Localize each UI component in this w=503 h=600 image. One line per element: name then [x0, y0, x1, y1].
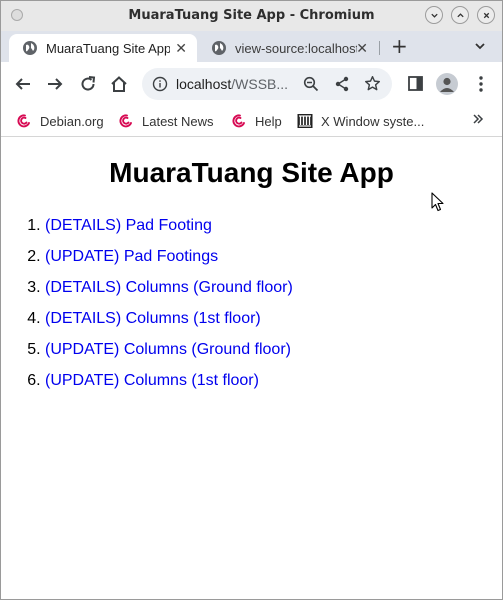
update-pad-footings-link[interactable]: (UPDATE) Pad Footings: [45, 248, 218, 265]
bookmark-latest-news[interactable]: Latest News: [118, 111, 214, 131]
chevron-down-icon: [430, 13, 438, 18]
bookmark-x-window-system[interactable]: X Window syste...: [297, 111, 424, 131]
details-pad-footing-link[interactable]: (DETAILS) Pad Footing: [45, 217, 212, 234]
close-tab-icon[interactable]: ✕: [175, 40, 187, 57]
debian-swirl-icon: [119, 114, 132, 128]
globe-icon: [23, 41, 37, 55]
minimize-button[interactable]: [425, 6, 443, 24]
toolbar: localhost/WSSB...: [1, 62, 502, 106]
tab-search-button[interactable]: [473, 38, 487, 57]
tab-strip: MuaraTuang Site App ✕ view-source:localh…: [1, 31, 502, 62]
bookmarks-overflow-button[interactable]: [472, 112, 484, 130]
profile-person-icon: [440, 77, 454, 92]
bookmarks-bar: Debian.org Latest News Help X Window sys…: [1, 106, 502, 137]
bookmark-label: Help: [255, 113, 282, 129]
bookmark-label: Latest News: [142, 113, 214, 129]
kebab-menu-icon[interactable]: [474, 75, 488, 93]
address-bar[interactable]: localhost/WSSB...: [142, 68, 392, 100]
url-text[interactable]: localhost/WSSB...: [176, 76, 288, 92]
chevron-up-icon: [456, 12, 464, 17]
bookmark-help[interactable]: Help: [231, 111, 282, 131]
url-path: /WSSB...: [231, 76, 289, 92]
browser-window: MuaraTuang Site App - Chromium MuaraTuan…: [0, 0, 503, 600]
bookmark-label: Debian.org: [40, 113, 104, 129]
debian-swirl-icon: [17, 114, 30, 128]
bookmark-star-icon[interactable]: [364, 75, 381, 92]
double-chevron-right-icon: [473, 114, 484, 124]
link-list: (DETAILS) Pad Footing (UPDATE) Pad Footi…: [1, 215, 293, 401]
list-item: (UPDATE) Pad Footings: [45, 246, 293, 277]
maximize-button[interactable]: [451, 6, 469, 24]
page-content: MuaraTuang Site App (DETAILS) Pad Footin…: [1, 137, 502, 599]
list-item: (UPDATE) Columns (Ground floor): [45, 339, 293, 370]
details-columns-1st-floor-link[interactable]: (DETAILS) Columns (1st floor): [45, 310, 261, 327]
new-tab-button[interactable]: +: [391, 34, 408, 58]
tab-label: MuaraTuang Site App: [46, 40, 170, 56]
forward-arrow-icon[interactable]: [46, 75, 64, 93]
chevron-down-icon: [475, 43, 485, 50]
zoom-out-icon[interactable]: [303, 76, 319, 92]
list-item: (UPDATE) Columns (1st floor): [45, 370, 293, 401]
url-host: localhost: [176, 76, 232, 92]
side-panel-icon[interactable]: [407, 75, 424, 92]
reload-icon[interactable]: [79, 75, 97, 93]
back-arrow-icon[interactable]: [14, 75, 32, 93]
list-item: (DETAILS) Columns (1st floor): [45, 308, 293, 339]
tab-separator: [379, 41, 380, 55]
list-item: (DETAILS) Columns (Ground floor): [45, 277, 293, 308]
bookmark-label: X Window syste...: [321, 113, 425, 129]
close-window-button[interactable]: [477, 6, 495, 24]
tab-view-source[interactable]: view-source:localhost ✕: [198, 34, 378, 62]
tab-label: view-source:localhost: [235, 40, 357, 56]
update-columns-ground-floor-link[interactable]: (UPDATE) Columns (Ground floor): [45, 341, 291, 358]
list-item: (DETAILS) Pad Footing: [45, 215, 293, 246]
update-columns-1st-floor-link[interactable]: (UPDATE) Columns (1st floor): [45, 372, 259, 389]
close-icon: [483, 12, 489, 18]
tab-muaratuang[interactable]: MuaraTuang Site App ✕: [9, 34, 197, 62]
profile-avatar[interactable]: [436, 73, 458, 95]
details-columns-ground-floor-link[interactable]: (DETAILS) Columns (Ground floor): [45, 279, 293, 296]
x-window-icon: [297, 114, 313, 128]
share-icon[interactable]: [334, 76, 350, 92]
home-icon[interactable]: [110, 75, 128, 93]
close-tab-icon[interactable]: ✕: [356, 40, 368, 57]
info-icon[interactable]: [152, 76, 168, 92]
page-heading: MuaraTuang Site App: [109, 157, 394, 188]
title-bar: MuaraTuang Site App - Chromium: [1, 1, 502, 31]
mouse-pointer-icon: [431, 192, 444, 212]
bookmark-debian-org[interactable]: Debian.org: [16, 111, 104, 131]
debian-swirl-icon: [232, 114, 245, 128]
globe-icon: [212, 41, 226, 55]
